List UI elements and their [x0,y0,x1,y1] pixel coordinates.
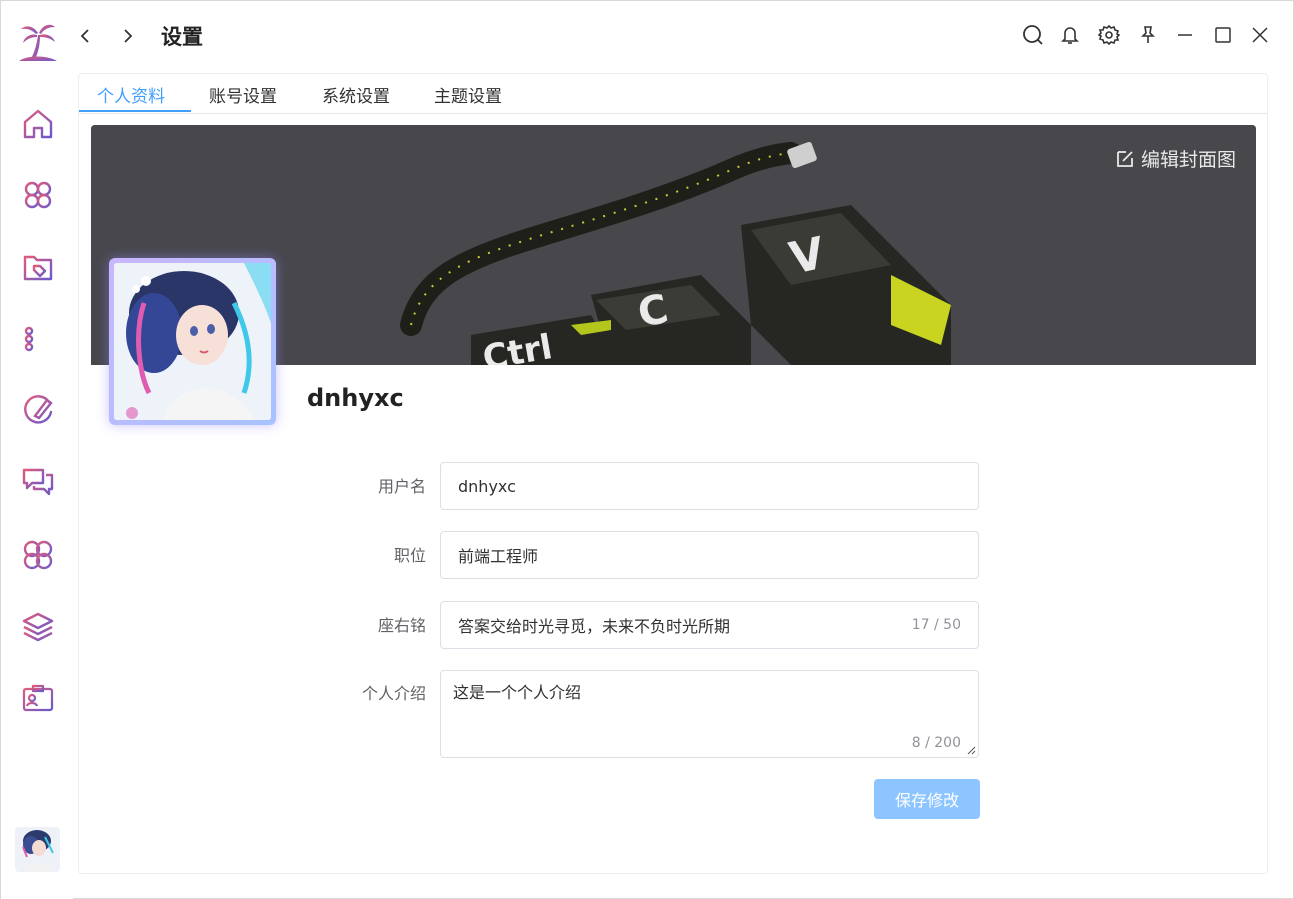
close-icon [1252,27,1268,43]
intro-counter: 8 / 200 [911,735,961,751]
close-button[interactable] [1248,23,1272,47]
settings-button[interactable] [1097,23,1121,47]
username-value: dnhyxc [458,476,516,496]
username-field[interactable]: dnhyxc [440,462,979,510]
search-icon [1023,25,1043,45]
contact-card-icon [22,684,54,712]
resize-handle-icon[interactable] [967,746,976,755]
layers-icon [22,612,54,642]
motto-label: 座右铭 [377,616,426,635]
sidebar-item-home[interactable] [19,105,57,143]
brush-icon [24,395,53,424]
gear-icon [1098,24,1120,46]
sidebar-item-brush[interactable] [19,392,57,430]
sidebar-avatar[interactable] [15,827,60,872]
maximize-button[interactable] [1211,23,1235,47]
edit-cover-button[interactable]: 编辑封面图 [1115,145,1236,172]
list-icon [24,326,53,352]
tab-system[interactable]: 系统设置 [322,82,390,107]
edit-cover-label: 编辑封面图 [1140,149,1236,171]
profile-name: dnhyxc [307,384,404,412]
chevron-right-icon [124,29,133,43]
forward-button[interactable] [114,23,140,49]
job-label: 职位 [393,546,426,565]
motto-counter: 17 / 50 [911,617,961,633]
page-title: 设置 [161,25,203,49]
tab-account[interactable]: 账号设置 [209,82,277,107]
sidebar-item-folder-tag[interactable] [19,248,57,286]
palm-logo-icon[interactable] [15,19,61,65]
sidebar-item-chat[interactable] [19,463,57,501]
sidebar-item-pattern[interactable] [19,536,57,574]
tab-profile[interactable]: 个人资料 [97,82,165,107]
minimize-icon [1178,34,1192,36]
intro-textarea[interactable]: 这是一个个人介绍 8 / 200 [440,670,979,758]
chevron-left-icon [80,29,89,43]
home-icon [23,109,53,139]
intro-label: 个人介绍 [361,684,426,703]
sidebar-item-contact-card[interactable] [19,679,57,717]
active-tab-indicator [79,110,191,112]
profile-avatar[interactable] [109,258,276,425]
pattern-icon [23,540,53,570]
maximize-icon [1215,27,1231,43]
pin-icon [1141,26,1155,43]
edit-icon [1117,150,1133,167]
anime-portrait-image [114,263,271,420]
motto-field[interactable]: 答案交给时光寻觅，未来不负时光所期 17 / 50 [440,601,979,649]
save-button[interactable]: 保存修改 [874,779,980,819]
minimize-button[interactable] [1173,23,1197,47]
pin-button[interactable] [1136,23,1160,47]
sidebar-item-layers[interactable] [19,608,57,646]
tab-theme[interactable]: 主题设置 [434,82,502,107]
avatar-image [15,827,60,872]
apps-icon [24,181,52,209]
tab-bar: 个人资料 账号设置 系统设置 主题设置 [79,74,1267,114]
sidebar [1,1,73,899]
job-field[interactable]: 前端工程师 [440,531,979,579]
sidebar-item-apps[interactable] [19,176,57,214]
app-window: 设置 个人资料 账号设置 系统设置 主题设置 C V Ctrl 编辑封面图 dn… [0,0,1294,899]
profile-avatar-image [114,263,271,420]
bell-icon [1061,27,1079,44]
back-button[interactable] [73,23,99,49]
settings-panel: 个人资料 账号设置 系统设置 主题设置 C V Ctrl 编辑封面图 dnhyx… [78,73,1268,874]
username-label: 用户名 [377,477,426,496]
chat-icon [22,468,54,496]
notification-button[interactable] [1058,23,1082,47]
motto-value: 答案交给时光寻觅，未来不负时光所期 [458,617,731,636]
search-button[interactable] [1021,23,1045,47]
titlebar: 设置 [73,1,1293,71]
folder-tag-icon [23,255,53,281]
job-value: 前端工程师 [458,547,539,566]
intro-value: 这是一个个人介绍 [453,683,582,702]
sidebar-item-list[interactable] [19,320,57,358]
